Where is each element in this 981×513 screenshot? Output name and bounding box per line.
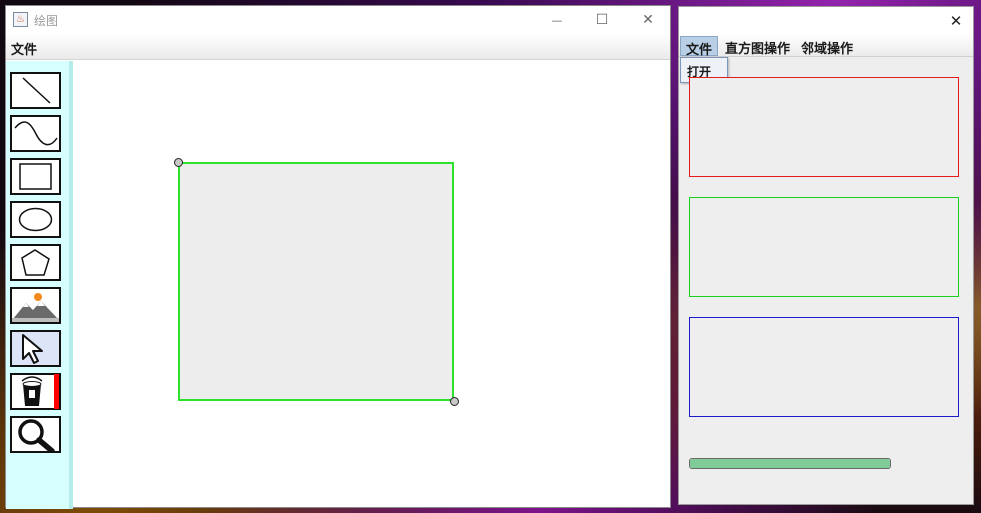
select-tool[interactable] bbox=[10, 330, 61, 367]
ellipse-tool[interactable] bbox=[10, 201, 61, 238]
zoom-tool[interactable] bbox=[10, 416, 61, 453]
image-process-window: ✕ 文件 直方图操作 邻域操作 打开 bbox=[678, 6, 974, 505]
minimize-button[interactable]: — bbox=[537, 9, 577, 31]
curve-tool[interactable] bbox=[10, 115, 61, 152]
mountain-image-icon bbox=[12, 293, 59, 322]
tool-palette bbox=[6, 61, 73, 509]
menu-neighborhood-operations[interactable]: 邻域操作 bbox=[796, 36, 858, 57]
close-button[interactable]: ✕ bbox=[628, 9, 668, 31]
pentagon-icon bbox=[21, 249, 50, 276]
process-close-button[interactable]: ✕ bbox=[945, 10, 967, 32]
paint-title-bar[interactable]: ♨ 绘图 — ☐ ✕ bbox=[6, 6, 670, 34]
magnifier-icon bbox=[18, 419, 55, 452]
minimize-icon: — bbox=[551, 13, 563, 27]
paint-menu-bar: 文件 bbox=[6, 34, 670, 60]
resize-handle-bottom-right[interactable] bbox=[450, 397, 459, 406]
menu-file[interactable]: 文件 bbox=[7, 39, 41, 58]
line-tool[interactable] bbox=[10, 72, 61, 109]
polygon-tool[interactable] bbox=[10, 244, 61, 281]
rectangle-tool[interactable] bbox=[10, 158, 61, 195]
curve-icon bbox=[14, 121, 58, 146]
close-icon: ✕ bbox=[949, 12, 963, 30]
red-channel-panel bbox=[689, 77, 959, 177]
process-menu-bar: 文件 直方图操作 邻域操作 bbox=[679, 34, 973, 58]
cursor-arrow-icon bbox=[22, 334, 43, 364]
menu-histogram-operations[interactable]: 直方图操作 bbox=[720, 36, 795, 57]
blue-channel-panel bbox=[689, 317, 959, 417]
paint-bucket-icon bbox=[21, 374, 59, 409]
line-icon bbox=[22, 77, 51, 104]
process-title-bar[interactable]: ✕ bbox=[679, 7, 973, 34]
menu-file[interactable]: 文件 bbox=[680, 36, 719, 58]
image-tool[interactable] bbox=[10, 287, 61, 324]
paint-window: ♨ 绘图 — ☐ ✕ 文件 bbox=[5, 5, 671, 509]
maximize-button[interactable]: ☐ bbox=[582, 9, 622, 31]
ellipse-icon bbox=[18, 207, 53, 232]
maximize-icon: ☐ bbox=[595, 12, 609, 28]
fill-tool[interactable] bbox=[10, 373, 61, 410]
resize-handle-top-left[interactable] bbox=[174, 158, 183, 167]
drawing-canvas[interactable] bbox=[73, 61, 670, 507]
progress-bar bbox=[689, 458, 891, 469]
java-cup-icon: ♨ bbox=[13, 12, 28, 27]
green-channel-panel bbox=[689, 197, 959, 297]
progress-bar-fill bbox=[690, 459, 890, 468]
paint-window-title: 绘图 bbox=[34, 14, 59, 28]
drawn-rectangle[interactable] bbox=[178, 162, 454, 401]
rectangle-icon bbox=[19, 163, 52, 190]
close-icon: ✕ bbox=[642, 12, 654, 28]
